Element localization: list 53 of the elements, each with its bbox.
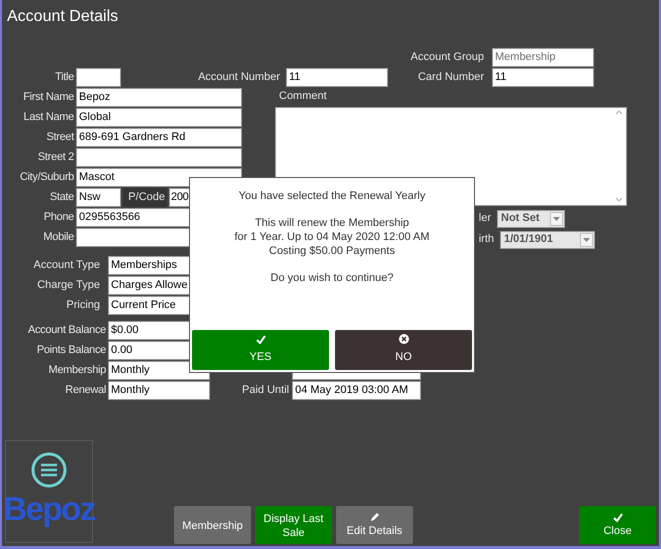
text-field[interactable] (76, 68, 121, 87)
field-label: First Name (22, 90, 74, 106)
button[interactable]: Display Last Sale (255, 506, 332, 544)
logo-text: Bepoz (3, 489, 95, 529)
text-field[interactable]: Monthly (108, 381, 210, 400)
menu-icon (30, 451, 68, 489)
field-label: Last Name (22, 110, 74, 126)
field-label: irth (478, 232, 494, 248)
field-label: Account Balance (26, 323, 106, 338)
field-label: Mobile (42, 230, 74, 246)
text-field[interactable] (76, 148, 242, 167)
field-label: Charge Type (36, 278, 100, 294)
scroll-up-icon[interactable] (615, 110, 623, 114)
field-label: Comment (278, 89, 328, 104)
field-label: P/Code (123, 188, 167, 207)
check-icon (612, 512, 622, 522)
field-label: Account Group (410, 50, 484, 66)
text-field[interactable]: 689-691 Gardners Rd (76, 128, 242, 147)
text-field[interactable]: Global (76, 108, 242, 127)
field-label: Membership (47, 363, 106, 378)
yes-button[interactable]: YES (192, 330, 329, 370)
field-label: Points Balance (36, 343, 106, 358)
close-button[interactable]: Close (579, 506, 656, 544)
pencil-icon (370, 512, 380, 522)
field-label: State (48, 190, 74, 206)
no-button[interactable]: NO (335, 330, 472, 370)
field-label: Street (45, 130, 74, 146)
scroll-down-icon[interactable] (615, 196, 623, 202)
window-title: Account Details (7, 7, 118, 27)
button[interactable]: Membership (174, 506, 251, 544)
text-field[interactable]: Bepoz (76, 88, 242, 107)
field-label: Account Type (32, 258, 100, 274)
field-label: Pricing (65, 298, 100, 314)
field-label: Title (54, 70, 74, 86)
text-field[interactable]: 11 (286, 68, 388, 87)
field-label: Phone (42, 210, 74, 226)
button[interactable]: Edit Details (336, 506, 413, 544)
field-label: Account Number (197, 70, 280, 86)
field-label: Paid Until (242, 383, 290, 398)
dropdown[interactable]: 1/01/1901 (500, 230, 595, 248)
close-icon (398, 334, 408, 344)
field-label: ler (478, 211, 491, 226)
check-icon (256, 334, 266, 344)
text-field[interactable]: 04 May 2019 03:00 AM (292, 381, 422, 400)
text-field[interactable]: Nsw (76, 188, 121, 207)
field-label: City/Suburb (18, 170, 74, 186)
text-field[interactable]: 11 (492, 68, 594, 87)
field-label: Renewal (64, 383, 106, 398)
field-label: Card Number (416, 70, 484, 86)
dialog-message: You have selected the Renewal Yearly (238, 189, 426, 203)
field-label: Street 2 (36, 150, 74, 166)
dropdown[interactable]: Not Set (497, 210, 565, 228)
dialog-message: Do you wish to continue? (270, 271, 394, 285)
